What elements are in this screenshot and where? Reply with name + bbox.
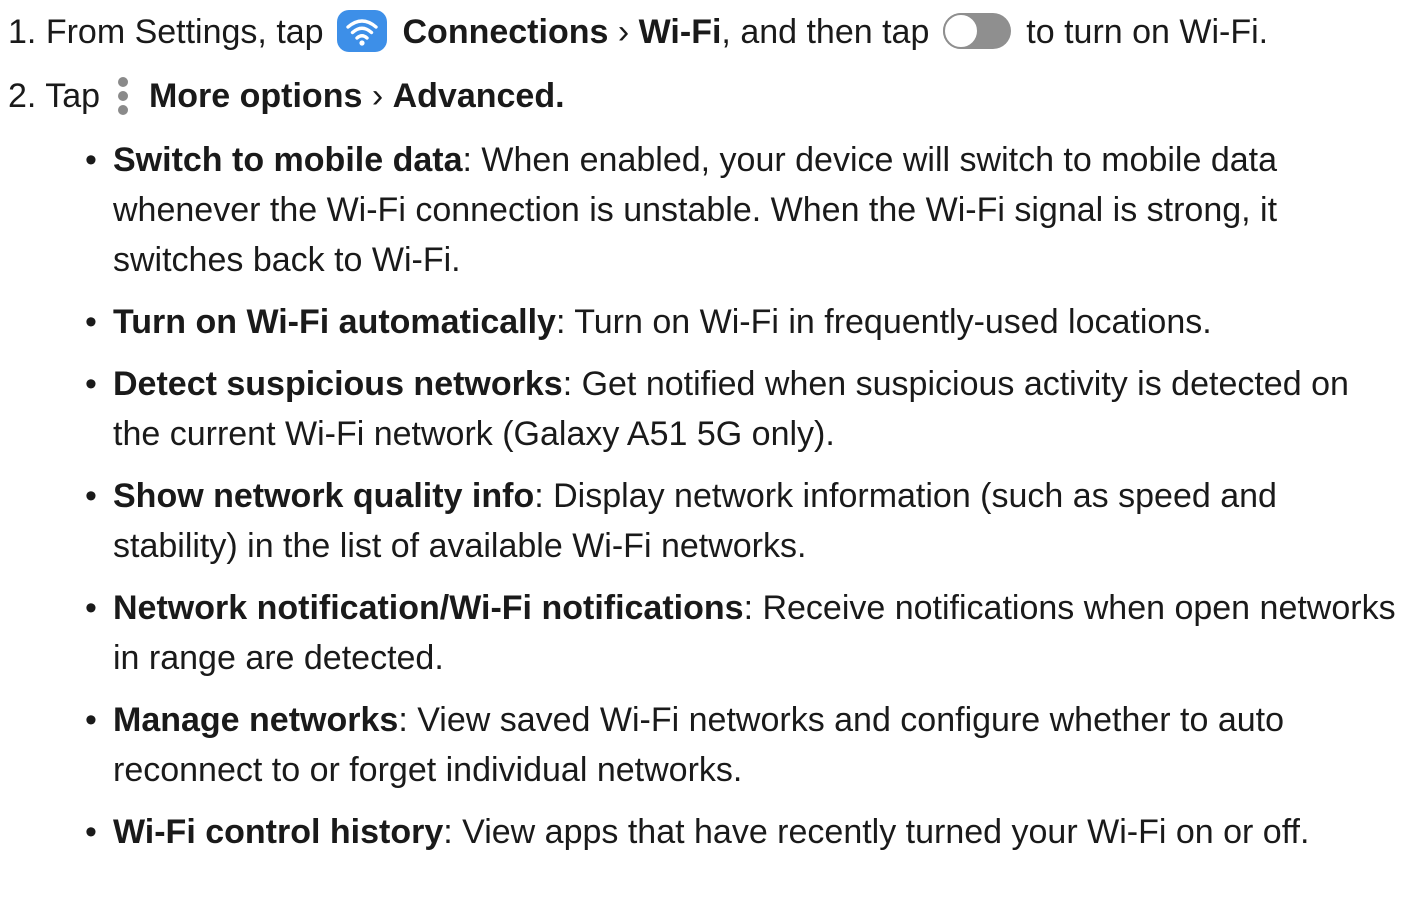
option-description: : Turn on Wi-Fi in frequently-used locat…: [555, 303, 1212, 341]
option-term: Show network quality info: [113, 477, 535, 515]
list-item: • Show network quality info: Display net…: [80, 471, 1400, 571]
bullet-dot: •: [85, 365, 97, 403]
list-item: • Switch to mobile data: When enabled, y…: [80, 135, 1400, 285]
wifi-label: Wi-Fi: [638, 13, 722, 51]
bullet-dot: •: [85, 701, 97, 739]
option-description: : View apps that have recently turned yo…: [443, 813, 1310, 851]
advanced-label: Advanced.: [392, 77, 565, 115]
step-number: 1.: [8, 13, 37, 51]
option-term: Detect suspicious networks: [113, 365, 563, 403]
list-item: • Manage networks: View saved Wi-Fi netw…: [80, 695, 1400, 795]
step-2: 2. Tap More options › Advanced.: [8, 71, 565, 121]
step-number: 2.: [8, 77, 37, 115]
step-1: 1. From Settings, tap Connections › Wi-F…: [8, 7, 1268, 57]
more-options-icon: [115, 74, 131, 118]
option-term: Turn on Wi-Fi automatically: [113, 303, 556, 341]
list-item: • Wi-Fi control history: View apps that …: [80, 807, 1400, 857]
bullet-dot: •: [85, 477, 97, 515]
step-text: Tap: [45, 77, 101, 115]
connections-label: Connections: [402, 13, 609, 51]
more-options-label: More options: [148, 77, 363, 115]
step-text: , and then tap: [721, 13, 930, 51]
wifi-icon: [337, 10, 388, 53]
step-text: to turn on Wi-Fi.: [1026, 13, 1269, 51]
option-term: Network notification/Wi-Fi notifications: [113, 589, 744, 627]
toggle-icon: [942, 13, 1011, 50]
advanced-options-list: • Switch to mobile data: When enabled, y…: [80, 135, 1400, 869]
list-item: • Detect suspicious networks: Get notifi…: [80, 359, 1400, 459]
bullet-dot: •: [85, 589, 97, 627]
chevron-separator: ›: [371, 77, 384, 115]
bullet-dot: •: [85, 303, 97, 341]
chevron-separator: ›: [617, 13, 630, 51]
toggle-knob: [942, 13, 979, 50]
bullet-dot: •: [85, 813, 97, 851]
step-text: From Settings, tap: [45, 13, 324, 51]
document-page: 1. From Settings, tap Connections › Wi-F…: [0, 0, 1414, 897]
option-term: Wi-Fi control history: [113, 813, 444, 851]
list-item: • Turn on Wi-Fi automatically: Turn on W…: [80, 297, 1400, 347]
option-term: Manage networks: [113, 701, 399, 739]
option-term: Switch to mobile data: [113, 141, 463, 179]
list-item: • Network notification/Wi-Fi notificatio…: [80, 583, 1400, 683]
bullet-dot: •: [85, 141, 97, 179]
